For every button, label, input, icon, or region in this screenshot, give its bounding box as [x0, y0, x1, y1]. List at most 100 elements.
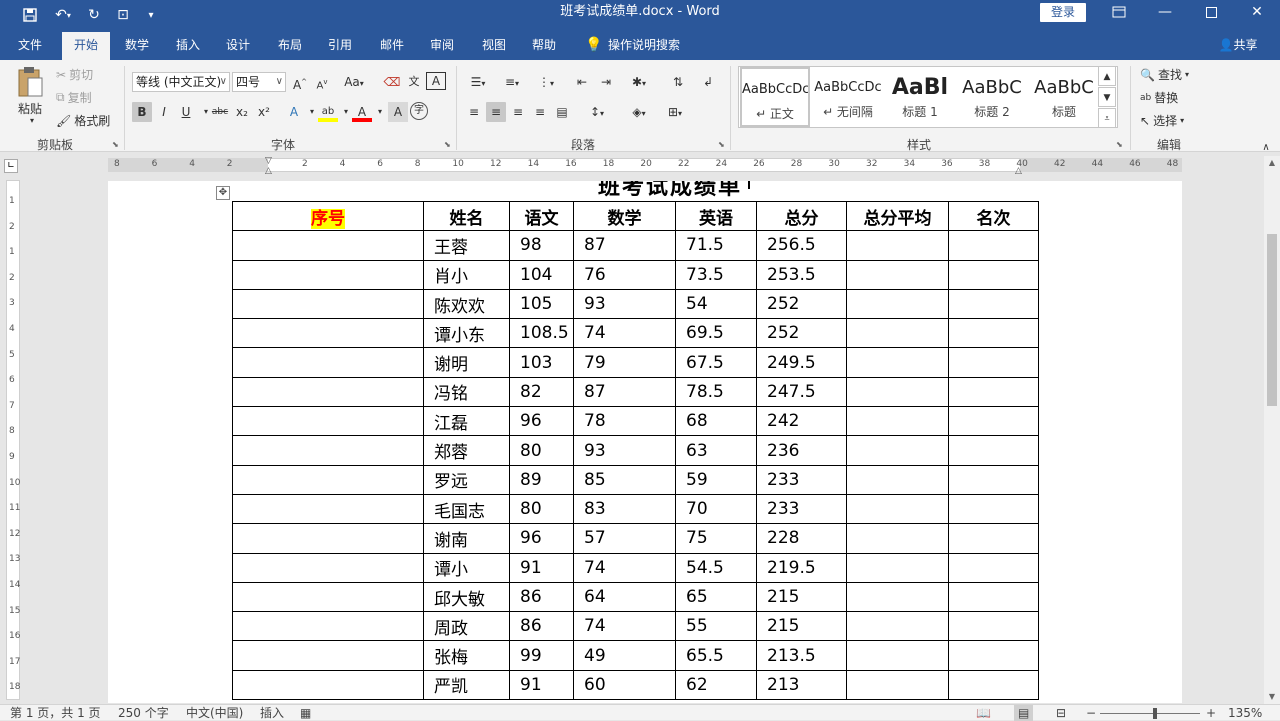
bold-button[interactable]: B — [132, 102, 152, 122]
maximize-icon[interactable] — [1188, 0, 1234, 24]
document-page[interactable]: 班考试成绩单 序号 姓名 语文 数学 英语 总分 总分平均 名次 王蓉 98 87 7… — [108, 181, 1182, 703]
table-cell[interactable] — [846, 376, 949, 408]
char-shading-icon[interactable]: A — [388, 102, 408, 122]
table-cell[interactable]: 98 — [509, 230, 574, 261]
tell-me-search[interactable]: 操作说明搜索 — [608, 32, 692, 60]
zoom-out-icon[interactable]: − — [1086, 705, 1096, 721]
table-cell[interactable] — [846, 493, 949, 525]
tab-home[interactable]: 开始 — [62, 32, 110, 60]
table-cell[interactable]: 55 — [675, 611, 757, 642]
table-cell[interactable]: 99 — [509, 640, 574, 671]
word-count[interactable]: 250 个字 — [118, 705, 169, 721]
table-cell[interactable]: 253.5 — [756, 259, 847, 290]
table-cell[interactable] — [846, 406, 949, 437]
line-spacing-icon[interactable]: ↕▾ — [582, 102, 612, 122]
table-cell[interactable]: 233 — [756, 493, 847, 525]
table-cell[interactable]: 249.5 — [756, 347, 847, 378]
table-cell[interactable]: 247.5 — [756, 376, 847, 408]
table-cell[interactable]: 213 — [756, 669, 847, 701]
font-color-dropdown-icon[interactable]: ▾ — [370, 102, 390, 122]
clear-format-icon[interactable]: ⌫ — [382, 72, 402, 92]
show-marks-icon[interactable]: ↲ — [698, 72, 718, 92]
insert-mode[interactable]: 插入 — [260, 705, 284, 721]
table-cell[interactable] — [232, 230, 424, 261]
vertical-scrollbar[interactable]: ▲ ▼ — [1264, 156, 1280, 704]
table-cell[interactable] — [846, 640, 949, 671]
close-icon[interactable]: ✕ — [1234, 0, 1280, 24]
table-cell[interactable] — [232, 406, 424, 437]
table-cell[interactable]: 82 — [509, 376, 574, 408]
highlight-color-icon[interactable]: ab — [318, 102, 338, 122]
table-cell[interactable]: 张梅 — [423, 640, 510, 671]
replace-button[interactable]: ab 替换 — [1140, 89, 1178, 106]
tab-view[interactable]: 视图 — [472, 32, 516, 60]
styles-more-icon[interactable]: ⩡ — [1098, 108, 1116, 128]
table-cell[interactable] — [232, 464, 424, 495]
minimize-icon[interactable]: — — [1142, 0, 1188, 24]
header-math[interactable]: 数学 — [573, 200, 676, 232]
table-cell[interactable]: 严凯 — [423, 669, 510, 701]
table-cell[interactable] — [948, 493, 1039, 525]
zoom-level[interactable]: 135% — [1228, 705, 1262, 721]
underline-button[interactable]: U — [176, 102, 196, 122]
table-cell[interactable] — [846, 611, 949, 642]
table-cell[interactable]: 60 — [573, 669, 676, 701]
table-cell[interactable]: 86 — [509, 581, 574, 613]
table-cell[interactable]: 74 — [573, 611, 676, 642]
table-cell[interactable]: 65 — [675, 581, 757, 613]
table-cell[interactable] — [948, 406, 1039, 437]
style-no-spacing[interactable]: AaBbCcDc ↵ 无间隔 — [813, 67, 883, 127]
table-cell[interactable]: 54.5 — [675, 552, 757, 583]
table-cell[interactable]: 郑蓉 — [423, 435, 510, 466]
sort-icon[interactable]: ⇅ — [668, 72, 688, 92]
table-cell[interactable]: 91 — [509, 669, 574, 701]
table-cell[interactable] — [846, 552, 949, 583]
header-average[interactable]: 总分平均 — [846, 200, 949, 232]
table-cell[interactable]: 74 — [573, 318, 676, 349]
phonetic-guide-icon[interactable]: 文 — [404, 72, 424, 92]
table-cell[interactable]: 93 — [573, 435, 676, 466]
vertical-ruler[interactable] — [6, 180, 20, 700]
language-status[interactable]: 中文(中国) — [186, 705, 243, 721]
numbering-icon[interactable]: ≡▾ — [498, 72, 526, 92]
table-cell[interactable] — [846, 464, 949, 495]
table-cell[interactable] — [846, 669, 949, 701]
distributed-icon[interactable]: ▤ — [552, 102, 572, 122]
style-heading-2[interactable]: AaBbC 标题 2 — [957, 67, 1027, 127]
style-title[interactable]: AaBbC 标题 — [1029, 67, 1099, 127]
table-cell[interactable]: 252 — [756, 318, 847, 349]
table-cell[interactable] — [948, 611, 1039, 642]
paste-dropdown-icon[interactable]: ▾ — [30, 116, 34, 125]
align-left-icon[interactable]: ≡ — [464, 102, 484, 122]
table-cell[interactable] — [948, 318, 1039, 349]
table-cell[interactable]: 236 — [756, 435, 847, 466]
header-rank[interactable]: 名次 — [948, 200, 1039, 232]
styles-down-icon[interactable]: ▼ — [1098, 87, 1116, 107]
header-name[interactable]: 姓名 — [423, 200, 510, 232]
table-cell[interactable]: 78 — [573, 406, 676, 437]
scroll-up-icon[interactable]: ▲ — [1264, 156, 1280, 170]
chinese-layout-icon[interactable]: ✱▾ — [624, 72, 654, 92]
right-indent-icon[interactable]: △ — [1015, 166, 1022, 176]
tab-insert[interactable]: 插入 — [166, 32, 210, 60]
table-cell[interactable] — [846, 288, 949, 320]
tab-review[interactable]: 审阅 — [420, 32, 464, 60]
table-cell[interactable] — [232, 669, 424, 701]
styles-launcher-icon[interactable]: ⬊ — [1116, 140, 1123, 149]
table-cell[interactable] — [948, 669, 1039, 701]
zoom-in-icon[interactable]: + — [1206, 705, 1216, 721]
table-cell[interactable]: 103 — [509, 347, 574, 378]
table-cell[interactable] — [948, 435, 1039, 466]
tab-selector-icon[interactable]: ∟ — [4, 159, 18, 173]
table-cell[interactable]: 104 — [509, 259, 574, 290]
table-cell[interactable] — [948, 347, 1039, 378]
table-cell[interactable]: 谭小 — [423, 552, 510, 583]
select-button[interactable]: ↖ 选择 ▾ — [1140, 112, 1184, 129]
header-total[interactable]: 总分 — [756, 200, 847, 232]
justify-icon[interactable]: ≡ — [530, 102, 550, 122]
tab-design[interactable]: 设计 — [216, 32, 260, 60]
table-cell[interactable]: 冯铭 — [423, 376, 510, 408]
table-cell[interactable] — [948, 288, 1039, 320]
find-button[interactable]: 🔍 查找 ▾ — [1140, 66, 1189, 83]
decrease-indent-icon[interactable]: ⇤ — [572, 72, 592, 92]
